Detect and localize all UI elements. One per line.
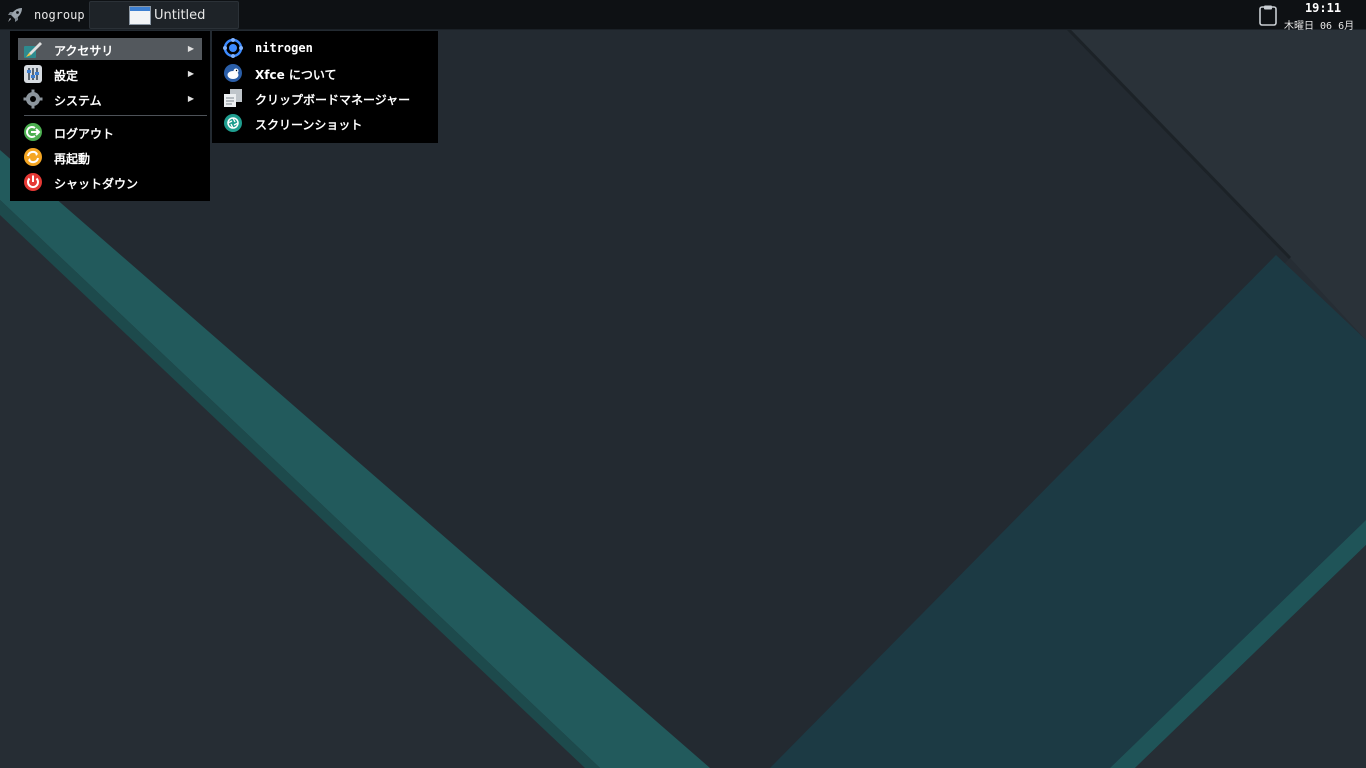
restart-icon [24, 148, 42, 166]
submenu-item-clipboard-manager[interactable]: クリップボードマネージャー [212, 86, 438, 110]
nitrogen-icon [223, 38, 243, 58]
launcher-label: nogroup [34, 8, 85, 22]
applications-menu-button[interactable]: nogroup [0, 0, 88, 30]
clock-date[interactable]: 木曜日 06 6月 [1284, 17, 1364, 32]
menu-item-settings[interactable]: 設定 ▶ [18, 63, 202, 85]
clock-time[interactable]: 19:11 [1298, 1, 1348, 15]
clipboard-manager-icon [224, 89, 242, 107]
clipboard-icon[interactable] [1257, 4, 1279, 26]
submenu-item-label: Xfce について [255, 68, 337, 82]
menu-item-system[interactable]: システム ▶ [18, 88, 202, 110]
submenu-arrow-icon: ▶ [187, 44, 194, 53]
screenshot-icon [224, 114, 242, 132]
menu-item-label: 再起動 [54, 152, 91, 166]
applications-menu: アクセサリ ▶ 設定 ▶ システム ▶ ログアウト 再起動 シャットダウン [10, 31, 210, 201]
shutdown-icon [24, 173, 42, 191]
accessories-icon [24, 42, 42, 58]
settings-icon [24, 65, 42, 83]
rocket-icon [8, 8, 22, 22]
submenu-item-label: スクリーンショット [255, 118, 363, 132]
menu-item-label: アクセサリ [54, 44, 114, 58]
system-gear-icon [23, 89, 43, 109]
top-panel: nogroup Untitled 19:11 木曜日 06 6月 [0, 0, 1366, 32]
submenu-item-about-xfce[interactable]: Xfce について [212, 61, 438, 85]
menu-item-label: 設定 [54, 69, 79, 83]
logout-icon [24, 123, 42, 141]
menu-item-label: シャットダウン [54, 177, 139, 191]
submenu-item-label: クリップボードマネージャー [255, 93, 411, 107]
window-icon [129, 6, 151, 25]
menu-item-label: ログアウト [54, 127, 115, 141]
submenu-arrow-icon: ▶ [187, 94, 194, 103]
submenu-arrow-icon: ▶ [187, 69, 194, 78]
submenu-item-nitrogen[interactable]: nitrogen [212, 36, 438, 60]
submenu-item-label: nitrogen [255, 41, 313, 55]
taskbar-window-untitled[interactable]: Untitled [89, 1, 239, 29]
menu-item-label: システム [54, 94, 102, 108]
menu-item-restart[interactable]: 再起動 [18, 146, 202, 168]
submenu-item-screenshot[interactable]: スクリーンショット [212, 111, 438, 135]
menu-item-shutdown[interactable]: シャットダウン [18, 171, 202, 193]
menu-separator [24, 115, 207, 116]
menu-item-accessories[interactable]: アクセサリ ▶ [18, 38, 202, 60]
accessories-submenu: nitrogen Xfce について クリップボードマネージャー スクリーンショ… [212, 31, 438, 143]
menu-item-logout[interactable]: ログアウト [18, 121, 202, 143]
taskbar-window-title: Untitled [154, 8, 206, 23]
xfce-icon [224, 64, 242, 82]
